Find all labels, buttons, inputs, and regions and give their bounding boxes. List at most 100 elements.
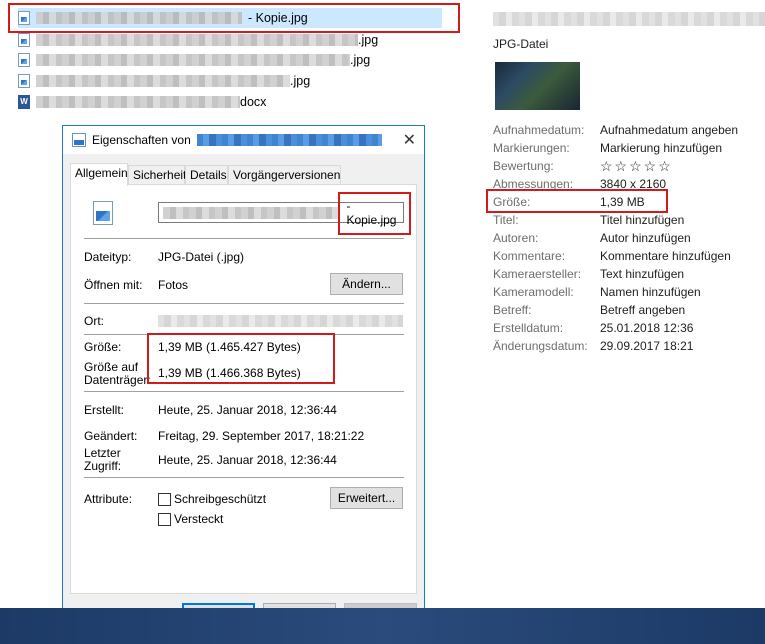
blurred-location <box>158 315 403 327</box>
tab-sicherheit[interactable]: Sicherheit <box>128 165 186 185</box>
label-line-2: Zugriff: <box>84 459 122 473</box>
dialog-title: Eigenschaften von <box>92 133 191 147</box>
dateityp-value: JPG-Datei (.jpg) <box>158 250 245 264</box>
file-item-5[interactable]: W docx <box>18 92 266 112</box>
jpg-file-icon <box>18 11 30 25</box>
jpg-file-icon <box>18 74 30 88</box>
label-line-1: Letzter <box>84 446 121 460</box>
versteckt-checkbox[interactable] <box>158 513 171 526</box>
blurred-title <box>493 12 765 26</box>
letzter-zugriff-value: Heute, 25. Januar 2018, 12:36:44 <box>158 453 337 467</box>
oeffnen-mit-label: Öffnen mit: <box>84 278 143 292</box>
detail-key: Kameraersteller: <box>493 267 582 281</box>
dateityp-label: Dateityp: <box>84 250 132 264</box>
versteckt-label[interactable]: Versteckt <box>174 512 223 526</box>
detail-key: Kameramodell: <box>493 285 574 299</box>
separator <box>84 391 404 392</box>
tab-panel-allgemein: - Kopie.jpg Dateityp: JPG-Datei (.jpg) Ö… <box>70 184 417 594</box>
detail-value[interactable]: Namen hinzufügen <box>600 285 701 303</box>
geaendert-label: Geändert: <box>84 429 138 443</box>
blurred-filename <box>36 34 358 46</box>
word-file-icon: W <box>18 95 30 109</box>
geaendert-value: Freitag, 29. September 2017, 18:21:22 <box>158 429 365 443</box>
file-name-suffix: docx <box>240 95 267 109</box>
detail-row: Erstelldatum: 25.01.2018 12:36 <box>493 321 765 339</box>
detail-value[interactable]: Kommentare hinzufügen <box>600 249 731 267</box>
detail-value[interactable]: Titel hinzufügen <box>600 213 684 231</box>
close-icon[interactable]: ✕ <box>403 130 416 150</box>
taskbar <box>0 608 765 644</box>
schreibgeschuetzt-checkbox[interactable] <box>158 493 171 506</box>
detail-row: Kommentare: Kommentare hinzufügen <box>493 249 765 267</box>
detail-row: Betreff: Betreff angeben <box>493 303 765 321</box>
tab-vorgaengerversionen[interactable]: Vorgängerversionen <box>228 165 341 185</box>
aendern-button[interactable]: Ändern... <box>330 273 403 295</box>
detail-key: Autoren: <box>493 231 539 245</box>
detail-key: Aufnahmedatum: <box>493 123 585 137</box>
erweitert-button[interactable]: Erweitert... <box>330 487 403 509</box>
detail-value: 29.09.2017 18:21 <box>600 339 694 353</box>
tab-allgemein[interactable]: Allgemein <box>70 163 128 186</box>
detail-key: Kommentare: <box>493 249 566 263</box>
jpg-file-icon <box>18 53 30 67</box>
detail-row: Kameraersteller: Text hinzufügen <box>493 267 765 285</box>
file-item-4[interactable]: .jpg <box>18 71 310 91</box>
highlight-dialog-size <box>147 333 335 384</box>
detail-value[interactable]: Autor hinzufügen <box>600 231 691 249</box>
detail-key: Betreff: <box>493 303 532 317</box>
detail-key: Titel: <box>493 213 519 227</box>
detail-value[interactable]: Aufnahmedatum angeben <box>600 123 738 141</box>
details-file-type: JPG-Datei <box>493 37 549 51</box>
detail-row: Autoren: Autor hinzufügen <box>493 231 765 249</box>
image-file-icon <box>93 201 113 225</box>
jpg-file-icon <box>72 133 86 147</box>
detail-row: Änderungsdatum: 29.09.2017 18:21 <box>493 339 765 357</box>
blurred-filename <box>163 206 341 219</box>
detail-key: Änderungsdatum: <box>493 339 588 353</box>
erstellt-label: Erstellt: <box>84 403 125 417</box>
file-name-suffix: .jpg <box>290 74 311 88</box>
file-name-suffix: - Kopie.jpg <box>248 11 308 25</box>
detail-value[interactable]: Betreff angeben <box>600 303 685 321</box>
detail-value: 25.01.2018 12:36 <box>600 321 694 335</box>
tab-details[interactable]: Details <box>185 165 228 185</box>
detail-row: Markierungen: Markierung hinzufügen <box>493 141 765 159</box>
blurred-filename <box>36 96 240 108</box>
image-thumbnail <box>495 62 580 110</box>
detail-row: Kameramodell: Namen hinzufügen <box>493 285 765 303</box>
letzter-zugriff-label: Letzter Zugriff: <box>84 447 121 473</box>
file-item-1[interactable]: - Kopie.jpg <box>18 8 442 28</box>
jpg-file-icon <box>18 33 30 47</box>
file-name-suffix: .jpg <box>358 33 379 47</box>
blurred-title-filename <box>196 134 382 146</box>
oeffnen-mit-value: Fotos <box>158 278 189 292</box>
detail-value[interactable]: Text hinzufügen <box>600 267 684 285</box>
schreibgeschuetzt-label[interactable]: Schreibgeschützt <box>174 492 266 506</box>
detail-row: Titel: Titel hinzufügen <box>493 213 765 231</box>
label-line-2: Datenträger: <box>84 373 151 387</box>
highlight-dialog-filename <box>338 192 411 235</box>
detail-key: Bewertung: <box>493 159 554 173</box>
file-item-2[interactable]: .jpg <box>18 30 378 50</box>
blurred-filename <box>36 54 350 66</box>
detail-row: Bewertung: ☆☆☆☆☆ <box>493 159 765 177</box>
attribute-label: Attribute: <box>84 492 133 506</box>
groesse-label: Größe: <box>84 340 122 354</box>
separator <box>84 238 404 239</box>
detail-key: Markierungen: <box>493 141 570 155</box>
erstellt-value: Heute, 25. Januar 2018, 12:36:44 <box>158 403 337 417</box>
file-name-suffix: .jpg <box>350 53 371 67</box>
ort-label: Ort: <box>84 314 104 328</box>
rating-stars-icon[interactable]: ☆☆☆☆☆ <box>600 159 673 177</box>
detail-value[interactable]: Markierung hinzufügen <box>600 141 722 159</box>
detail-row: Aufnahmedatum: Aufnahmedatum angeben <box>493 123 765 141</box>
separator <box>84 477 404 478</box>
label-line-1: Größe auf <box>84 360 139 374</box>
detail-key: Erstelldatum: <box>493 321 564 335</box>
dialog-titlebar[interactable]: Eigenschaften von ✕ <box>63 126 424 154</box>
separator <box>84 303 404 304</box>
file-item-3[interactable]: .jpg <box>18 50 370 70</box>
blurred-filename <box>36 12 242 24</box>
groesse-auf-datentraeger-label: Größe auf Datenträger: <box>84 361 151 387</box>
blurred-filename <box>36 75 290 87</box>
